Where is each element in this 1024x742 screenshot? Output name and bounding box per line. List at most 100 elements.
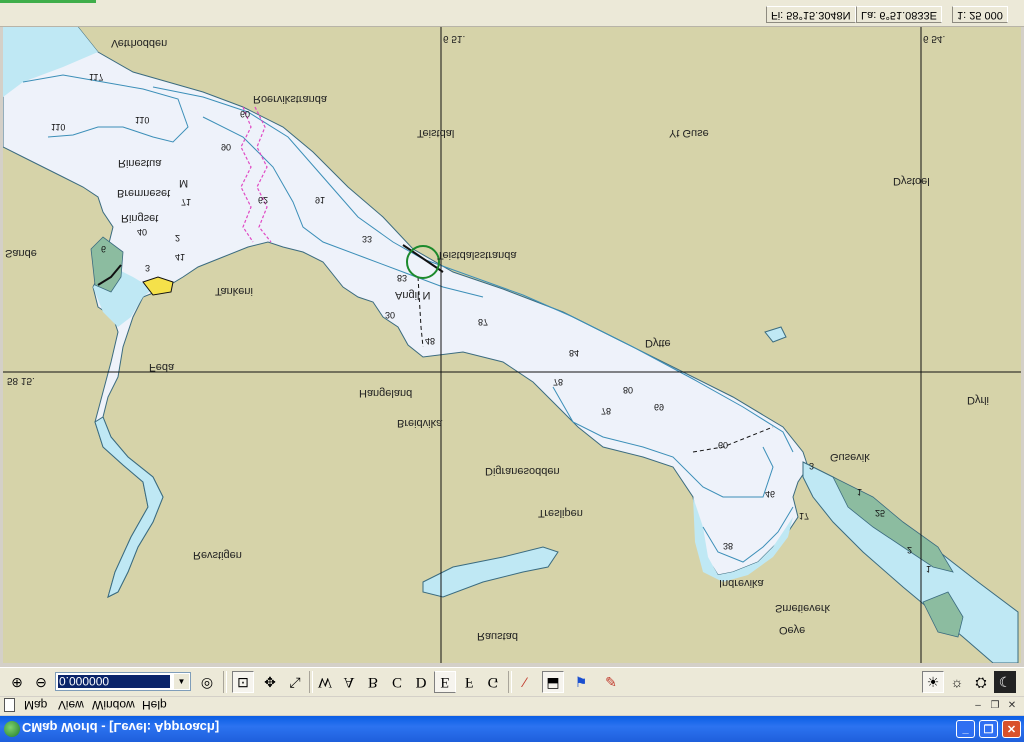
mdi-close-icon[interactable]: ✕ bbox=[1004, 698, 1020, 712]
place-label: Raustad bbox=[477, 630, 518, 642]
coordinate-bar: Fi: 58°15.3048N La: 6°51.0833E 1: 25 000 bbox=[0, 0, 1024, 27]
zoom-input[interactable] bbox=[58, 675, 170, 688]
depth-sounding: 1 bbox=[926, 564, 932, 574]
place-label: M bbox=[179, 177, 189, 189]
place-label: Indrevika bbox=[719, 577, 764, 589]
depth-sounding: 60 bbox=[240, 109, 251, 119]
depth-sounding: 17 bbox=[799, 511, 810, 521]
nautical-chart[interactable]: 6 51. 6 54. 58 15. Vetrhodden Roervikstr… bbox=[3, 27, 1021, 663]
depth-sounding: 60 bbox=[718, 440, 729, 450]
place-label: Vetrhodden bbox=[111, 37, 168, 49]
place-label: Tankeni bbox=[215, 285, 253, 297]
level-g-button[interactable]: G bbox=[482, 671, 504, 693]
fullscreen-icon[interactable]: ⤢ bbox=[284, 671, 306, 693]
menu-window[interactable]: Window bbox=[92, 698, 135, 712]
level-w-button[interactable]: W bbox=[314, 671, 336, 693]
depth-sounding: 48 bbox=[425, 336, 436, 346]
depth-sounding: 84 bbox=[569, 348, 580, 358]
marker-icon[interactable]: ⬒ bbox=[542, 671, 564, 693]
depth-sounding: 110 bbox=[135, 115, 150, 125]
place-label: Oeye bbox=[779, 624, 806, 636]
depth-sounding: 110 bbox=[51, 122, 66, 132]
pin-icon[interactable]: ✎ bbox=[600, 671, 622, 693]
zoom-combo[interactable]: ▼ bbox=[55, 672, 191, 691]
place-label: Teistdal bbox=[417, 127, 455, 139]
place-label: Angil N bbox=[395, 289, 431, 301]
app-globe-icon bbox=[4, 721, 20, 737]
scale-readout: 1: 25 000 bbox=[952, 6, 1008, 23]
minimize-icon[interactable]: _ bbox=[956, 720, 975, 738]
depth-sounding: 38 bbox=[723, 541, 734, 551]
mdi-restore-icon[interactable]: ❐ bbox=[987, 698, 1003, 712]
fit-window-icon[interactable]: ⊡ bbox=[232, 671, 254, 693]
day-mode-icon[interactable]: ☀ bbox=[922, 671, 944, 693]
level-f-button[interactable]: F bbox=[458, 671, 480, 693]
flag-icon[interactable]: ⚑ bbox=[570, 671, 592, 693]
depth-sounding: 41 bbox=[175, 252, 186, 262]
depth-sounding: 90 bbox=[221, 142, 232, 152]
grid-label-top-left: 6 51. bbox=[443, 33, 466, 44]
depth-sounding: 2 bbox=[907, 545, 913, 555]
depth-sounding: 69 bbox=[654, 402, 665, 412]
level-e-button[interactable]: E bbox=[434, 671, 456, 693]
place-label: Roervikstranda bbox=[253, 93, 327, 105]
night-mode-icon[interactable]: ☾ bbox=[994, 671, 1016, 693]
menu-map[interactable]: Map bbox=[24, 698, 47, 712]
chevron-down-icon[interactable]: ▼ bbox=[174, 674, 189, 689]
maximize-icon[interactable]: ❐ bbox=[979, 720, 998, 738]
depth-sounding: 30 bbox=[385, 310, 396, 320]
toolbar-separator bbox=[223, 671, 227, 693]
place-label: Digranesodden bbox=[485, 465, 560, 477]
depth-sounding: 87 bbox=[478, 317, 489, 327]
depth-sounding: 1 bbox=[857, 487, 863, 497]
zoom-out-button[interactable]: ⊖ bbox=[30, 671, 52, 693]
place-label: Dytte bbox=[645, 337, 671, 349]
place-label: Hangeland bbox=[359, 387, 413, 399]
place-label: Rinestua bbox=[118, 157, 162, 169]
depth-sounding: 2 bbox=[175, 233, 181, 243]
menu-view[interactable]: View bbox=[58, 698, 84, 712]
level-b-button[interactable]: B bbox=[362, 671, 384, 693]
longitude-readout: La: 6°51.0833E bbox=[856, 6, 942, 23]
toolbar-separator bbox=[309, 671, 313, 693]
level-a-button[interactable]: A bbox=[338, 671, 360, 693]
grid-label-top-right: 6 54. bbox=[923, 33, 946, 44]
depth-sounding: 80 bbox=[623, 385, 634, 395]
depth-sounding: 78 bbox=[553, 377, 564, 387]
depth-sounding: 33 bbox=[362, 234, 373, 244]
depth-sounding: 46 bbox=[765, 489, 776, 499]
depth-sounding: 40 bbox=[137, 227, 148, 237]
level-d-button[interactable]: D bbox=[410, 671, 432, 693]
place-label: Teistdalsstranda bbox=[437, 249, 517, 261]
expand-icon[interactable]: ✥ bbox=[259, 671, 281, 693]
mdi-minimize-icon[interactable]: – bbox=[970, 698, 986, 712]
place-label: Dystoel bbox=[893, 175, 930, 187]
depth-sounding: 117 bbox=[89, 72, 104, 82]
document-icon[interactable] bbox=[4, 698, 15, 712]
target-icon[interactable]: ◎ bbox=[196, 671, 218, 693]
menu-bar: Map View Window Help – ❐ ✕ bbox=[0, 697, 1024, 715]
close-icon[interactable]: ✕ bbox=[1002, 720, 1021, 738]
status-accent bbox=[0, 0, 96, 3]
place-label: Smetieverk bbox=[775, 602, 831, 614]
depth-sounding: 62 bbox=[258, 195, 269, 205]
place-label: Feda bbox=[149, 361, 175, 373]
sunset-mode-icon[interactable]: ⛭ bbox=[970, 671, 992, 693]
route-icon[interactable]: ⁄ bbox=[514, 671, 536, 693]
toolbar-separator bbox=[508, 671, 512, 693]
menu-help[interactable]: Help bbox=[142, 698, 167, 712]
window-title: CMap World - [Level: Approach] bbox=[22, 720, 220, 735]
zoom-in-button[interactable]: ⊕ bbox=[6, 671, 28, 693]
place-label: Yt Guse bbox=[669, 127, 709, 139]
depth-sounding: 3 bbox=[145, 263, 151, 273]
level-c-button[interactable]: C bbox=[386, 671, 408, 693]
place-label: Bremneset bbox=[117, 187, 171, 199]
place-label: Dyrli bbox=[967, 394, 989, 406]
chart-canvas[interactable] bbox=[3, 27, 1021, 663]
place-label: Revstigen bbox=[193, 549, 242, 561]
dusk-mode-icon[interactable]: ☼ bbox=[946, 671, 968, 693]
depth-sounding: 3 bbox=[809, 461, 815, 471]
latitude-readout: Fi: 58°15.3048N bbox=[766, 6, 856, 23]
place-label: Gusevik bbox=[830, 451, 870, 463]
depth-sounding: 71 bbox=[181, 197, 192, 207]
